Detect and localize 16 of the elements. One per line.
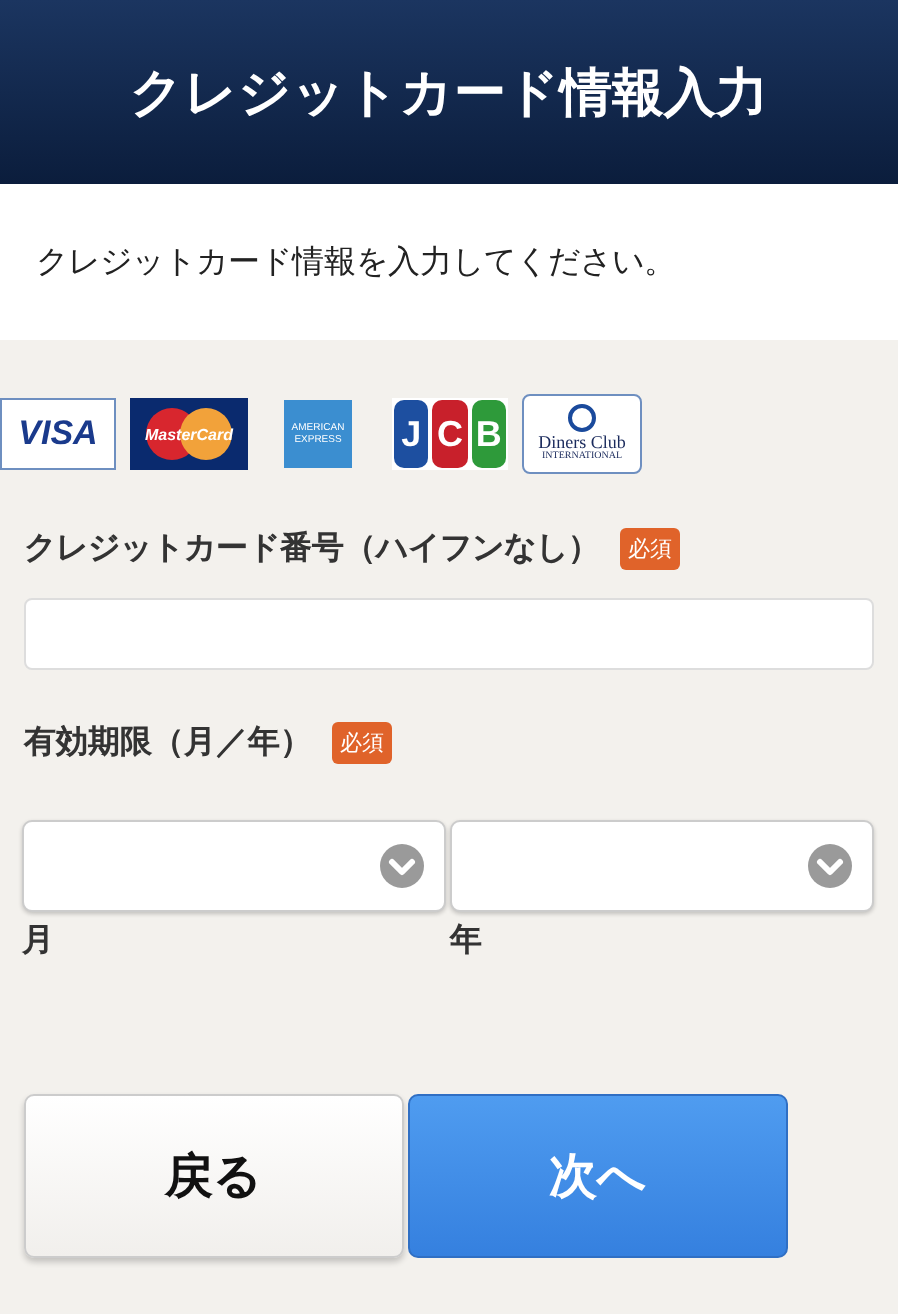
select-caption: 年 <box>450 920 482 962</box>
card-logo: J C B <box>392 398 508 470</box>
required-badge: 必須 <box>620 528 680 570</box>
notice-text: クレジットカード情報を入力してください。 <box>36 241 676 283</box>
card-logo: VISA <box>0 398 116 470</box>
required-badge: 必須 <box>332 722 392 764</box>
dropdown-select[interactable] <box>450 820 874 912</box>
field-label: 有効期限（月／年） <box>24 722 312 764</box>
page-title: クレジットカード情報入力 <box>130 61 768 127</box>
select-caption: 月 <box>22 920 54 962</box>
card-number-input[interactable] <box>24 598 874 670</box>
chevron-down-icon <box>380 844 424 888</box>
dropdown-select[interactable] <box>22 820 446 912</box>
chevron-down-icon <box>808 844 852 888</box>
field-label: クレジットカード番号（ハイフンなし） <box>24 528 600 570</box>
back-button[interactable]: 戻る <box>24 1094 404 1258</box>
